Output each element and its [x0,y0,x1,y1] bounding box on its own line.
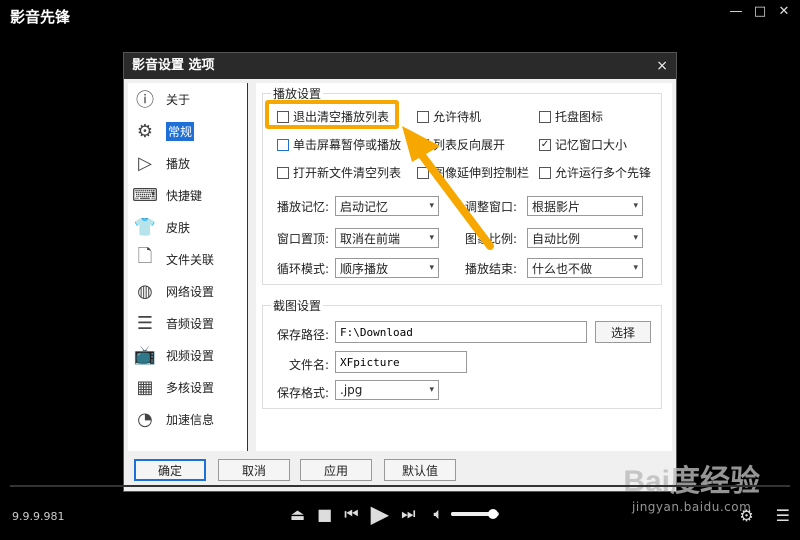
next-icon[interactable]: ⏭ [401,504,415,524]
version-label: 9.9.9.981 [12,510,65,523]
play-icon[interactable]: ▶ [371,500,389,528]
right-tools: ⚙ ☰ [739,506,790,525]
volume-slider[interactable] [451,509,500,519]
eject-icon[interactable]: ⏏ [290,505,305,524]
speaker-icon[interactable]: 🔈︎ [434,504,444,524]
watermark-logo: Bai度经验 [623,465,760,498]
previous-icon[interactable]: ⏮ [344,504,358,524]
playback-controls: ⏏ ■ ⏮ ▶ ⏭ 🔈︎ [290,500,500,528]
menu-icon[interactable]: ☰ [776,506,790,525]
seek-bar[interactable] [10,485,790,487]
volume-fill [451,509,499,519]
volume-control: 🔈︎ [434,504,500,524]
volume-knob[interactable] [488,509,499,519]
stop-icon[interactable]: ■ [317,505,332,524]
gear-icon[interactable]: ⚙ [739,506,753,525]
